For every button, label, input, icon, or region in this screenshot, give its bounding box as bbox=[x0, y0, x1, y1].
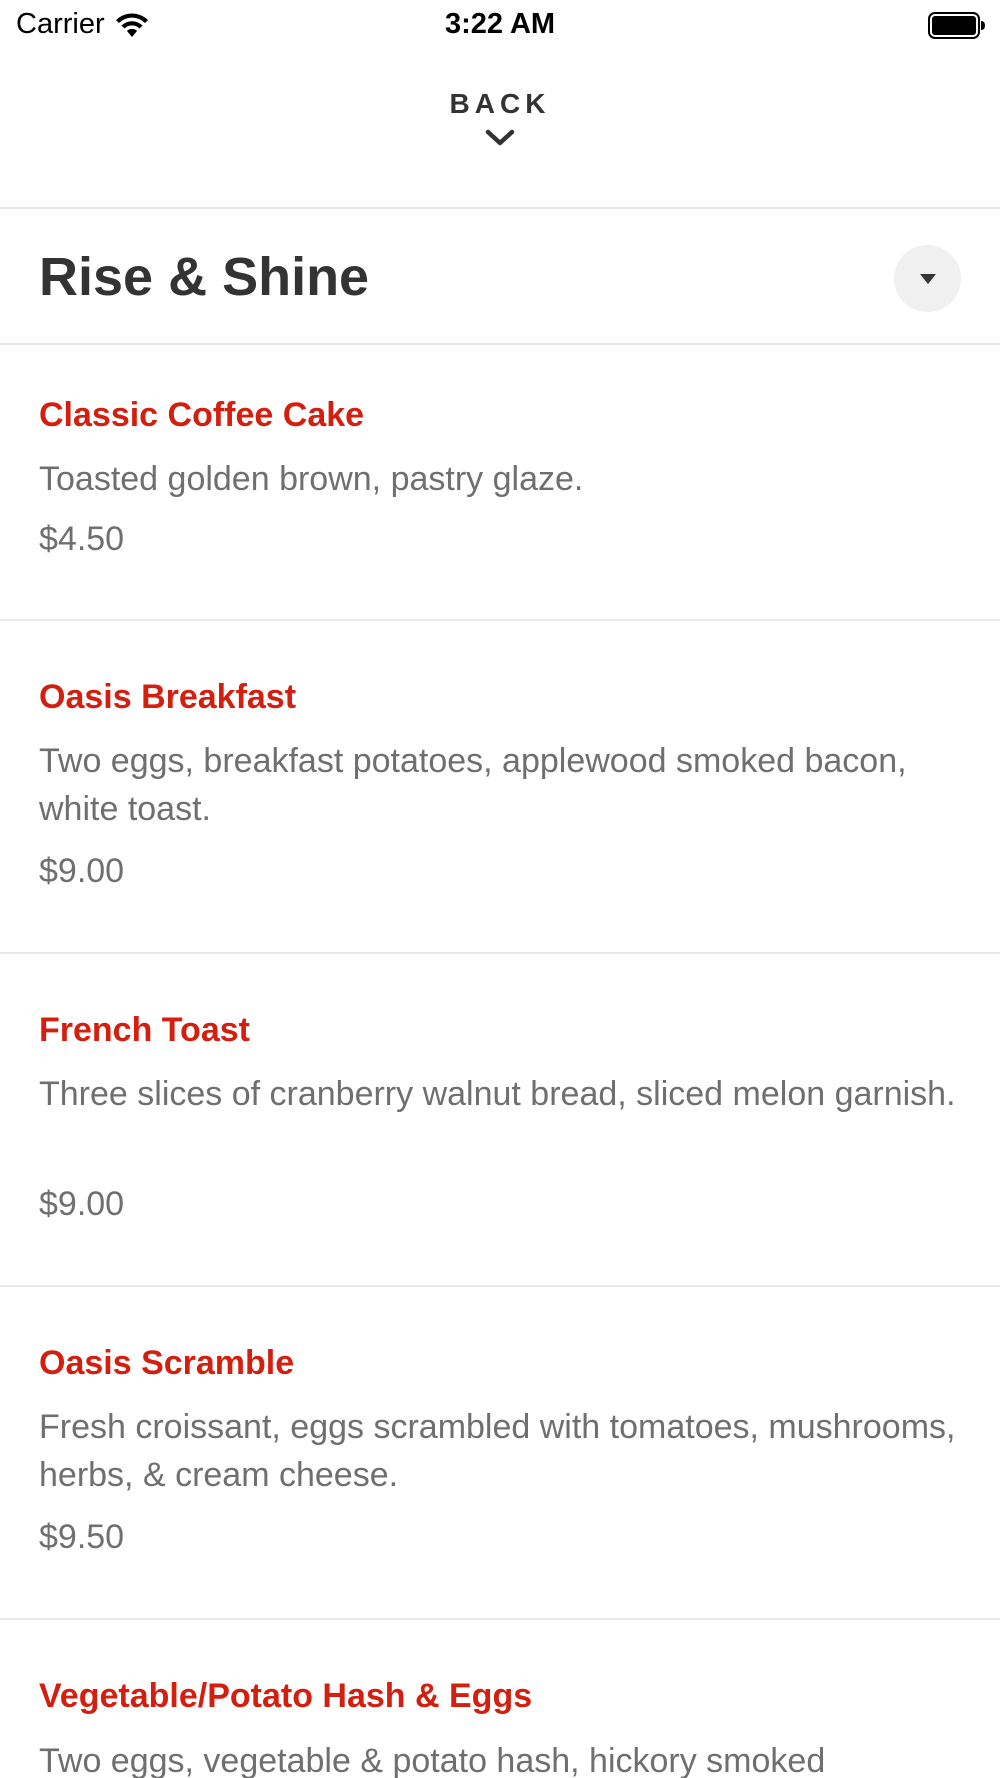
menu-item[interactable]: Vegetable/Potato Hash & Eggs Two eggs, v… bbox=[0, 1620, 1000, 1778]
chevron-down-icon bbox=[485, 129, 515, 146]
menu-item-name: Oasis Scramble bbox=[39, 1344, 295, 1382]
menu-item-name: Oasis Breakfast bbox=[39, 678, 297, 716]
menu-item-description: Two eggs, vegetable & potato hash, hicko… bbox=[39, 1742, 826, 1778]
menu-item-description: Fresh croissant, eggs scrambled with tom… bbox=[39, 1408, 956, 1494]
section-header: Rise & Shine bbox=[0, 210, 1000, 344]
status-time: 3:22 AM bbox=[444, 8, 556, 40]
menu-item-name: Vegetable/Potato Hash & Eggs bbox=[39, 1677, 533, 1715]
caret-down-icon bbox=[919, 273, 936, 284]
menu-item-price: $4.50 bbox=[39, 520, 125, 558]
menu-item-price: $9.50 bbox=[39, 1518, 125, 1556]
back-button[interactable]: BACK bbox=[0, 88, 1000, 178]
menu-item-price: $9.00 bbox=[39, 852, 125, 890]
menu-item-description: Two eggs, breakfast potatoes, applewood … bbox=[39, 742, 907, 828]
menu-item[interactable]: Oasis Scramble Fresh croissant, eggs scr… bbox=[0, 1287, 1000, 1617]
menu-item-price: $9.00 bbox=[39, 1185, 125, 1223]
menu-item-name: French Toast bbox=[39, 1011, 250, 1049]
battery-icon bbox=[928, 12, 986, 44]
section-dropdown-button[interactable] bbox=[894, 245, 961, 312]
menu-item-name: Classic Coffee Cake bbox=[39, 396, 365, 434]
divider bbox=[0, 207, 1000, 209]
menu-item-description: Three slices of cranberry walnut bread, … bbox=[39, 1075, 956, 1113]
menu-item[interactable]: Classic Coffee Cake Toasted golden brown… bbox=[0, 344, 1000, 619]
menu-item[interactable]: Oasis Breakfast Two eggs, breakfast pota… bbox=[0, 621, 1000, 951]
menu-item-description: Toasted golden brown, pastry glaze. bbox=[39, 460, 584, 498]
back-label: BACK bbox=[449, 88, 551, 119]
menu-item[interactable]: French Toast Three slices of cranberry w… bbox=[0, 954, 1000, 1284]
section-title: Rise & Shine bbox=[39, 247, 370, 307]
status-bar: Carrier 3:22 AM bbox=[0, 0, 1000, 52]
